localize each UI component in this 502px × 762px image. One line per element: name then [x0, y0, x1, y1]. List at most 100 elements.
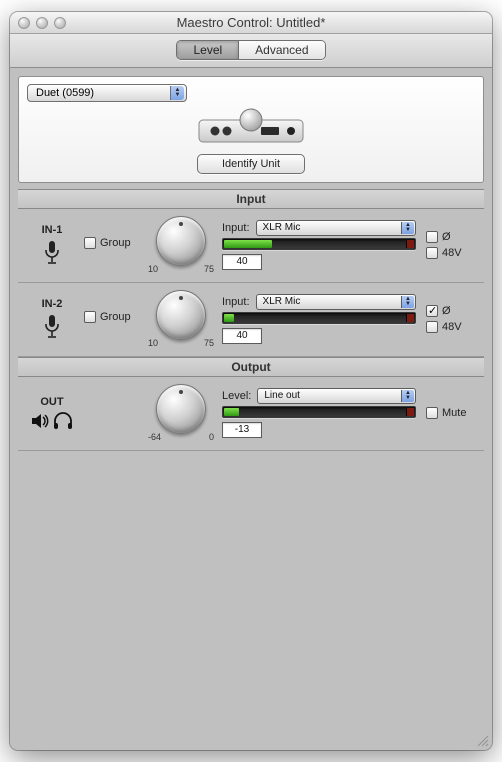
group-col: Group	[84, 311, 140, 326]
clip-indicator	[406, 408, 414, 416]
tab-bar: Level Advanced	[10, 34, 492, 68]
meter-col: Level: Line out ▲▼ -13	[222, 388, 416, 438]
gain-knob-col: 10 75	[144, 216, 218, 274]
dest-row: Level: Line out ▲▼	[222, 388, 416, 404]
checkbox-icon	[426, 321, 438, 333]
checkbox-icon	[84, 237, 96, 249]
tab-level[interactable]: Level	[177, 41, 239, 59]
knob-min: -64	[148, 432, 161, 442]
dest-select-popup[interactable]: Line out ▲▼	[257, 388, 416, 404]
knob-max: 75	[204, 264, 214, 274]
options-col: Ø 48V	[420, 305, 478, 333]
gain-value-field[interactable]: 40	[222, 254, 262, 270]
input-channel-1: IN-1 Group 10	[18, 209, 484, 283]
level-value-field[interactable]: -13	[222, 422, 262, 438]
level-knob[interactable]	[156, 384, 206, 434]
checkbox-icon	[426, 247, 438, 259]
source-value: XLR Mic	[263, 296, 301, 307]
zoom-icon[interactable]	[54, 17, 66, 29]
output-section-header: Output	[18, 357, 484, 377]
checkbox-icon	[426, 305, 438, 317]
clip-indicator	[406, 240, 414, 248]
mute-label: Mute	[442, 407, 466, 419]
checkbox-icon	[426, 231, 438, 243]
minimize-icon[interactable]	[36, 17, 48, 29]
source-select-popup[interactable]: XLR Mic ▲▼	[256, 220, 416, 236]
group-checkbox[interactable]: Group	[84, 311, 131, 323]
source-row: Input: XLR Mic ▲▼	[222, 294, 416, 310]
level-meter	[222, 406, 416, 418]
channel-name: IN-1	[24, 224, 80, 236]
level-meter	[222, 238, 416, 250]
app-window: Maestro Control: Untitled* Level Advance…	[10, 12, 492, 750]
source-select-popup[interactable]: XLR Mic ▲▼	[256, 294, 416, 310]
source-label: Input:	[222, 222, 250, 234]
gain-knob-col: 10 75	[144, 290, 218, 348]
group-label: Group	[100, 237, 131, 249]
knob-max: 0	[209, 432, 214, 442]
titlebar: Maestro Control: Untitled*	[10, 12, 492, 34]
source-label: Input:	[222, 296, 250, 308]
input-channel-2: IN-2 Group 10	[18, 283, 484, 357]
unit-panel: Duet (0599) ▲▼	[18, 76, 484, 183]
knob-min: 10	[148, 338, 158, 348]
meter-col: Input: XLR Mic ▲▼ 40	[222, 294, 416, 344]
gain-knob[interactable]	[156, 290, 206, 340]
group-label: Group	[100, 311, 131, 323]
close-icon[interactable]	[18, 17, 30, 29]
clip-indicator	[406, 314, 414, 322]
channel-label-col: IN-1	[24, 224, 80, 266]
group-checkbox[interactable]: Group	[84, 237, 131, 249]
phantom-checkbox[interactable]: 48V	[426, 247, 478, 259]
updown-arrows-icon: ▲▼	[170, 86, 184, 100]
channel-label-col: IN-2	[24, 298, 80, 340]
phase-label: Ø	[442, 305, 451, 317]
phase-label: Ø	[442, 231, 451, 243]
phase-checkbox[interactable]: Ø	[426, 305, 478, 317]
mute-checkbox[interactable]: Mute	[426, 407, 478, 419]
knob-max: 75	[204, 338, 214, 348]
updown-arrows-icon: ▲▼	[401, 390, 414, 402]
level-meter	[222, 312, 416, 324]
headphones-icon	[52, 412, 74, 430]
channel-name: IN-2	[24, 298, 80, 310]
channel-name: OUT	[24, 396, 80, 408]
output-icons	[24, 412, 80, 430]
meter-fill	[224, 408, 239, 416]
mic-icon	[24, 240, 80, 266]
phantom-checkbox[interactable]: 48V	[426, 321, 478, 333]
level-knob-col: -64 0	[144, 384, 218, 442]
phantom-label: 48V	[442, 321, 462, 333]
speaker-icon	[30, 412, 50, 430]
gain-value-field[interactable]: 40	[222, 328, 262, 344]
phantom-label: 48V	[442, 247, 462, 259]
body-area: Duet (0599) ▲▼	[10, 68, 492, 750]
checkbox-icon	[84, 311, 96, 323]
knob-min: 10	[148, 264, 158, 274]
source-value: XLR Mic	[263, 222, 301, 233]
phase-checkbox[interactable]: Ø	[426, 231, 478, 243]
updown-arrows-icon: ▲▼	[401, 222, 414, 234]
checkbox-icon	[426, 407, 438, 419]
meter-col: Input: XLR Mic ▲▼ 40	[222, 220, 416, 270]
options-col: Mute	[420, 407, 478, 419]
input-section-header: Input	[18, 189, 484, 209]
updown-arrows-icon: ▲▼	[401, 296, 414, 308]
gain-knob[interactable]	[156, 216, 206, 266]
device-select-value: Duet (0599)	[36, 87, 94, 99]
channel-label-col: OUT	[24, 396, 80, 430]
window-title: Maestro Control: Untitled*	[10, 15, 492, 30]
traffic-lights	[18, 17, 66, 29]
device-illustration-row: Identify Unit	[27, 106, 475, 174]
tabs-segmented: Level Advanced	[176, 40, 325, 60]
identify-unit-button[interactable]: Identify Unit	[197, 154, 305, 174]
meter-fill	[224, 314, 234, 322]
mic-icon	[24, 314, 80, 340]
meter-fill	[224, 240, 272, 248]
dest-value: Line out	[264, 390, 300, 401]
source-row: Input: XLR Mic ▲▼	[222, 220, 416, 236]
group-col: Group	[84, 237, 140, 252]
device-select-popup[interactable]: Duet (0599) ▲▼	[27, 84, 187, 102]
tab-advanced[interactable]: Advanced	[239, 41, 324, 59]
resize-grip-icon[interactable]	[475, 733, 489, 747]
